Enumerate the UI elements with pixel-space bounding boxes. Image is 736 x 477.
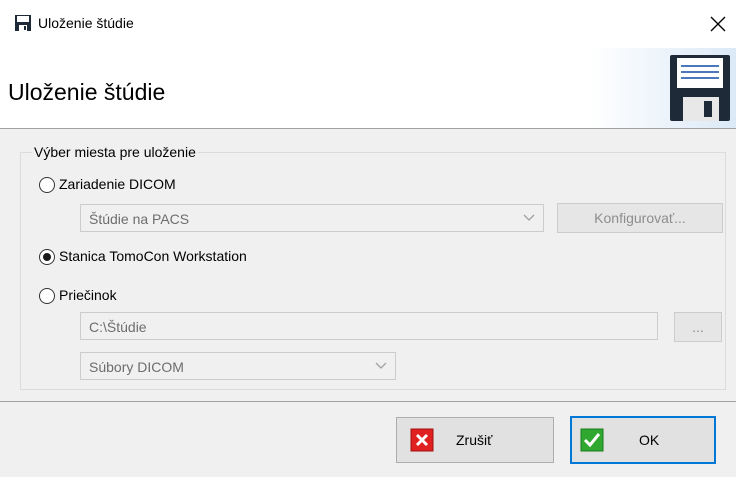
group-legend: Výber miesta pre uloženie (32, 144, 198, 160)
radio-workstation-label[interactable]: Stanica TomoCon Workstation (59, 248, 247, 264)
floppy-disk-icon (670, 55, 730, 121)
browse-button[interactable]: ... (674, 312, 722, 342)
radio-dicom-device[interactable] (39, 177, 55, 193)
radio-workstation[interactable] (39, 249, 55, 265)
pacs-dropdown[interactable]: Štúdie na PACS (80, 204, 544, 232)
chevron-down-icon (515, 205, 543, 231)
checkmark-icon (580, 428, 604, 452)
chevron-down-icon (367, 353, 395, 379)
floppy-disk-icon (15, 15, 31, 31)
radio-folder-label[interactable]: Priečinok (59, 287, 117, 303)
cancel-icon (410, 428, 434, 452)
radio-dicom-device-label[interactable]: Zariadenie DICOM (59, 176, 176, 192)
radio-folder[interactable] (39, 288, 55, 304)
ok-button[interactable]: OK (570, 416, 716, 464)
cancel-button[interactable]: Zrušiť (396, 417, 554, 463)
close-icon[interactable] (708, 14, 728, 34)
folder-path-input[interactable]: C:\Štúdie (80, 312, 658, 340)
window-title: Uloženie štúdie (38, 15, 134, 31)
cancel-button-label: Zrušiť (456, 432, 493, 448)
configure-button[interactable]: Konfigurovať... (557, 203, 723, 233)
file-format-dropdown[interactable]: Súbory DICOM (80, 352, 396, 380)
pacs-dropdown-value: Štúdie na PACS (89, 211, 190, 227)
ok-button-label: OK (639, 432, 660, 448)
page-title: Uloženie štúdie (8, 79, 166, 105)
file-format-value: Súbory DICOM (89, 359, 184, 375)
